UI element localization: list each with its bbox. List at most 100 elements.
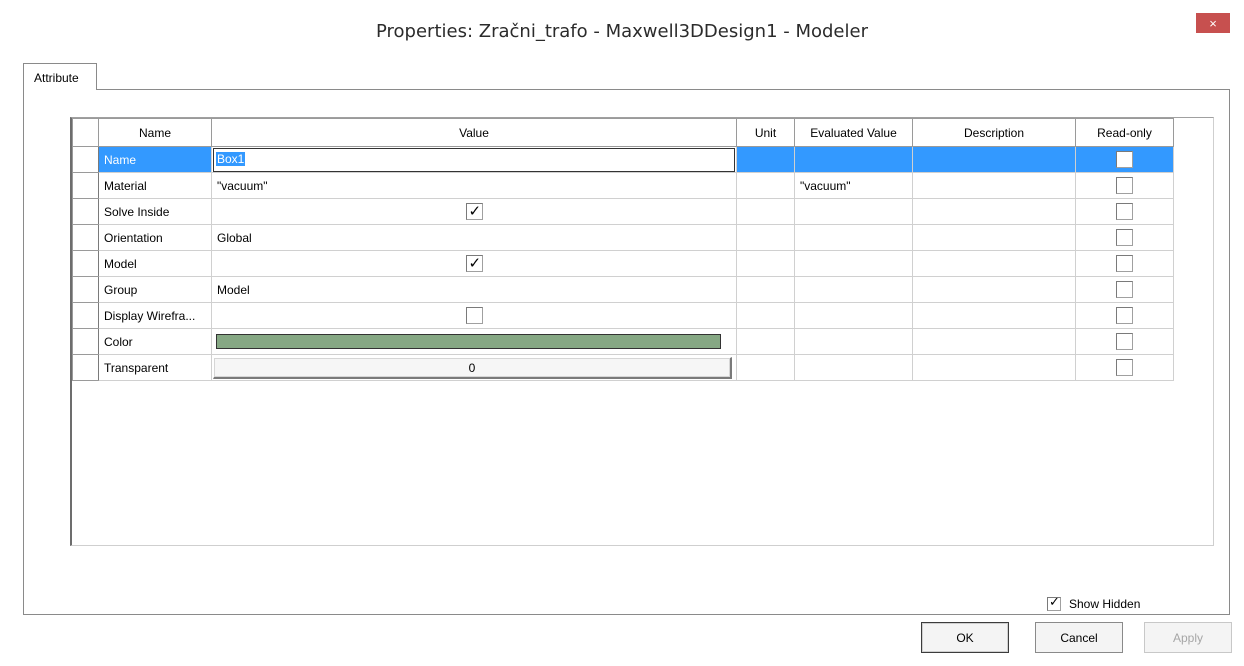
- solve-inside-checkbox[interactable]: [465, 202, 483, 220]
- read-only-checkbox[interactable]: [1116, 359, 1133, 376]
- property-name[interactable]: Solve Inside: [98, 198, 212, 225]
- column-header-unit[interactable]: Unit: [736, 118, 795, 147]
- read-only-checkbox[interactable]: [1116, 177, 1133, 194]
- table-row[interactable]: Orientation Global: [72, 224, 1176, 251]
- row-header[interactable]: [72, 354, 99, 381]
- property-unit[interactable]: [736, 302, 795, 329]
- property-value-cell[interactable]: 0: [211, 354, 737, 381]
- property-unit[interactable]: [736, 146, 795, 173]
- property-description[interactable]: [912, 198, 1076, 225]
- property-unit[interactable]: [736, 224, 795, 251]
- property-evaluated-value[interactable]: [794, 146, 913, 173]
- read-only-cell[interactable]: [1075, 276, 1174, 303]
- table-row[interactable]: Color: [72, 328, 1176, 355]
- column-header-evaluated-value[interactable]: Evaluated Value: [794, 118, 913, 147]
- row-header[interactable]: [72, 302, 99, 329]
- table-row[interactable]: Name Box1: [72, 146, 1176, 173]
- property-value[interactable]: Model: [211, 276, 737, 303]
- read-only-cell[interactable]: [1075, 146, 1174, 173]
- property-evaluated-value[interactable]: [794, 250, 913, 277]
- property-value-cell[interactable]: Box1: [211, 146, 737, 173]
- close-button[interactable]: ×: [1196, 13, 1230, 33]
- property-value-cell[interactable]: [211, 328, 737, 355]
- property-unit[interactable]: [736, 354, 795, 381]
- read-only-checkbox[interactable]: [1116, 307, 1133, 324]
- read-only-checkbox[interactable]: [1116, 229, 1133, 246]
- read-only-checkbox[interactable]: [1116, 151, 1133, 168]
- cancel-button[interactable]: Cancel: [1035, 622, 1123, 653]
- property-evaluated-value[interactable]: [794, 328, 913, 355]
- property-description[interactable]: [912, 224, 1076, 251]
- property-value[interactable]: Global: [211, 224, 737, 251]
- show-hidden-checkbox[interactable]: [1047, 595, 1061, 611]
- property-description[interactable]: [912, 302, 1076, 329]
- read-only-cell[interactable]: [1075, 224, 1174, 251]
- property-name[interactable]: Name: [98, 146, 212, 173]
- read-only-cell[interactable]: [1075, 328, 1174, 355]
- read-only-cell[interactable]: [1075, 172, 1174, 199]
- property-name[interactable]: Group: [98, 276, 212, 303]
- property-name[interactable]: Model: [98, 250, 212, 277]
- property-evaluated-value[interactable]: [794, 354, 913, 381]
- show-hidden-option[interactable]: Show Hidden: [1047, 595, 1140, 611]
- property-unit[interactable]: [736, 328, 795, 355]
- property-description[interactable]: [912, 328, 1076, 355]
- ok-button[interactable]: OK: [921, 622, 1009, 653]
- table-row[interactable]: Display Wirefra...: [72, 302, 1176, 329]
- read-only-cell[interactable]: [1075, 302, 1174, 329]
- column-header-read-only[interactable]: Read-only: [1075, 118, 1174, 147]
- read-only-checkbox[interactable]: [1116, 281, 1133, 298]
- row-header[interactable]: [72, 146, 99, 173]
- column-header-name[interactable]: Name: [98, 118, 212, 147]
- property-description[interactable]: [912, 354, 1076, 381]
- table-row[interactable]: Group Model: [72, 276, 1176, 303]
- table-row[interactable]: Solve Inside: [72, 198, 1176, 225]
- read-only-checkbox[interactable]: [1116, 203, 1133, 220]
- property-name[interactable]: Material: [98, 172, 212, 199]
- row-header[interactable]: [72, 172, 99, 199]
- property-evaluated-value[interactable]: [794, 224, 913, 251]
- property-value-cell[interactable]: [211, 198, 737, 225]
- column-header-value[interactable]: Value: [211, 118, 737, 147]
- row-header[interactable]: [72, 198, 99, 225]
- row-header[interactable]: [72, 250, 99, 277]
- property-description[interactable]: [912, 250, 1076, 277]
- read-only-checkbox[interactable]: [1116, 255, 1133, 272]
- property-name[interactable]: Orientation: [98, 224, 212, 251]
- property-evaluated-value[interactable]: [794, 276, 913, 303]
- column-header-description[interactable]: Description: [912, 118, 1076, 147]
- table-row[interactable]: Material "vacuum" "vacuum": [72, 172, 1176, 199]
- read-only-cell[interactable]: [1075, 354, 1174, 381]
- property-value[interactable]: "vacuum": [211, 172, 737, 199]
- property-name[interactable]: Transparent: [98, 354, 212, 381]
- tab-attribute[interactable]: Attribute: [23, 63, 97, 90]
- property-description[interactable]: [912, 172, 1076, 199]
- property-value-cell[interactable]: [211, 250, 737, 277]
- color-swatch[interactable]: [216, 334, 721, 349]
- apply-button[interactable]: Apply: [1144, 622, 1232, 653]
- property-name[interactable]: Color: [98, 328, 212, 355]
- property-evaluated-value[interactable]: "vacuum": [794, 172, 913, 199]
- property-unit[interactable]: [736, 198, 795, 225]
- table-row[interactable]: Model: [72, 250, 1176, 277]
- table-row[interactable]: Transparent 0: [72, 354, 1176, 381]
- row-header[interactable]: [72, 328, 99, 355]
- property-unit[interactable]: [736, 276, 795, 303]
- property-value-cell[interactable]: [211, 302, 737, 329]
- transparency-slider-button[interactable]: 0: [213, 356, 732, 379]
- property-unit[interactable]: [736, 172, 795, 199]
- read-only-cell[interactable]: [1075, 198, 1174, 225]
- model-checkbox[interactable]: [465, 254, 483, 272]
- property-description[interactable]: [912, 146, 1076, 173]
- display-wireframe-checkbox[interactable]: [465, 307, 483, 324]
- property-evaluated-value[interactable]: [794, 198, 913, 225]
- row-header[interactable]: [72, 276, 99, 303]
- property-name[interactable]: Display Wirefra...: [98, 302, 212, 329]
- row-header[interactable]: [72, 224, 99, 251]
- property-evaluated-value[interactable]: [794, 302, 913, 329]
- read-only-cell[interactable]: [1075, 250, 1174, 277]
- property-description[interactable]: [912, 276, 1076, 303]
- read-only-checkbox[interactable]: [1116, 333, 1133, 350]
- property-unit[interactable]: [736, 250, 795, 277]
- name-value-input[interactable]: Box1: [213, 147, 735, 172]
